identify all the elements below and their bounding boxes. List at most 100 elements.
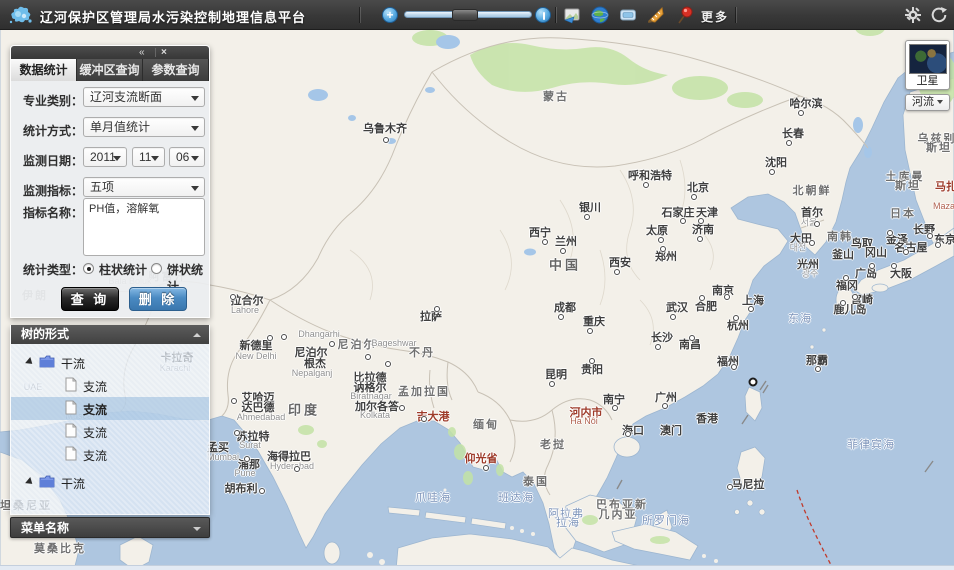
tree-node-tributary[interactable]: 支流 [11,420,209,443]
pie-stat-radio[interactable] [151,263,162,274]
pin-icon[interactable] [675,5,695,25]
rivers-layer-dropdown[interactable]: 河流 [905,94,950,111]
top-toolbar: 辽河保护区管理局水污染控制地理信息平台 + [0,0,954,30]
indicator-select[interactable]: 五项 [83,177,205,197]
chevron-down-icon [191,156,199,161]
export-map-icon[interactable] [562,5,582,25]
month-value: 11 [139,150,151,164]
monitor-date-label: 监测日期： [23,152,83,169]
tree-node-mainstream[interactable]: 干流 [11,471,209,494]
toolbar-separator [736,7,737,23]
data-statistics-panel: « × 数据统计 缓冲区查询 参数查询 专业类别： 辽河支流断面 统计方式： 单… [10,45,210,318]
satellite-label: 卫星 [906,72,949,88]
satellite-view-button[interactable]: 卫星 [905,40,950,90]
stat-method-label: 统计方式： [23,122,83,139]
tree-node-tributary[interactable]: 支流 [11,443,209,466]
tree-node-label: 支流 [83,447,107,464]
zoom-slider-handle[interactable] [452,9,478,21]
day-value: 06 [176,150,189,164]
map-islet [531,532,535,536]
indicator-value: 五项 [90,180,114,194]
panel-collapse-button[interactable]: « [139,46,145,59]
titlebar-divider [155,48,156,57]
map-islet [822,328,826,332]
app-logo-icon [8,3,34,27]
category-select[interactable]: 辽河支流断面 [83,87,205,107]
tree-node-tributary[interactable]: 支流 [11,374,209,397]
tree-node-label: 干流 [61,475,85,492]
tree-node-mainstream[interactable]: 干流 [11,351,209,374]
collapse-up-icon[interactable] [193,333,201,337]
chevron-down-icon [113,156,121,161]
stat-type-label: 统计类型： [23,261,83,278]
chevron-down-icon [151,156,159,161]
page-icon [65,377,77,392]
chevron-down-icon [191,126,199,131]
more-button[interactable]: 更多 [701,8,729,25]
indicator-name-label: 指标名称： [23,204,83,221]
map-island-kyushu [836,287,854,313]
indicator-label: 监测指标： [23,182,83,199]
map-islet [747,500,753,506]
measure-icon[interactable] [646,5,666,25]
category-label: 专业类别： [23,92,83,109]
day-select[interactable]: 06 [169,147,205,167]
zoom-full-extent-button[interactable] [535,7,551,23]
bar-stat-radio[interactable] [83,263,94,274]
map-islet [702,554,706,558]
tree-node-label: 干流 [61,355,85,372]
indicator-name-textarea[interactable]: PH值，溶解氧 [83,198,205,256]
zoom-end-bar-icon [543,12,545,20]
tree-panel: 树的形式 干流 支流 支流 支流 [10,325,210,515]
panel-close-button[interactable]: × [161,46,167,59]
folder-icon [39,355,55,368]
logout-icon[interactable] [929,5,949,25]
tab-parameter-query[interactable]: 参数查询 [143,59,209,81]
menu-name-label: 菜单名称 [21,521,69,535]
map-island-hainan [614,437,640,457]
map-islet [367,552,373,558]
map-islet [759,509,765,515]
screen-icon[interactable] [618,5,638,25]
tree-node-label: 支流 [83,401,107,418]
expand-triangle-icon[interactable] [25,357,35,367]
app-title: 辽河保护区管理局水污染控制地理信息平台 [40,7,306,26]
toolbar-separator [556,7,557,23]
month-select[interactable]: 11 [132,147,165,167]
page-icon [65,400,77,415]
map-islet [444,489,447,492]
tree-node-tributary-selected[interactable]: 支流 [11,397,209,420]
tree-panel-header[interactable]: 树的形式 [11,325,209,344]
page-icon [65,446,77,461]
globe-icon[interactable] [590,5,610,25]
menu-name-bar[interactable]: 菜单名称 [10,517,210,538]
year-value: 2011 [90,150,116,164]
map-islet [446,499,449,502]
panel-titlebar: « × [11,46,209,59]
tab-buffer-query[interactable]: 缓冲区查询 [77,59,143,81]
map-islet [810,345,814,349]
chevron-down-icon [937,100,943,104]
map-islet [735,510,740,515]
year-select[interactable]: 2011 [83,147,127,167]
stat-method-value: 单月值统计 [90,120,150,134]
tree-node-label: 支流 [83,378,107,395]
stat-method-select[interactable]: 单月值统计 [83,117,205,137]
map-islet-okinawa [816,363,821,368]
gear-icon[interactable] [903,5,923,25]
toolbar-separator [360,7,361,23]
satellite-thumbnail [909,44,947,74]
delete-button[interactable]: 删 除 [129,287,187,311]
page-icon [65,423,77,438]
bar-stat-label: 柱状统计 [99,261,147,278]
tab-data-statistics[interactable]: 数据统计 [11,59,77,81]
expand-triangle-icon[interactable] [25,477,35,487]
map-islet [520,529,524,533]
zoom-in-button[interactable]: + [382,7,398,23]
chevron-down-icon [191,96,199,101]
folder-icon [39,475,55,488]
tree-panel-title: 树的形式 [21,327,69,341]
tree-node-label: 支流 [83,424,107,441]
map-islet [714,559,718,563]
query-button[interactable]: 查 询 [61,287,119,311]
